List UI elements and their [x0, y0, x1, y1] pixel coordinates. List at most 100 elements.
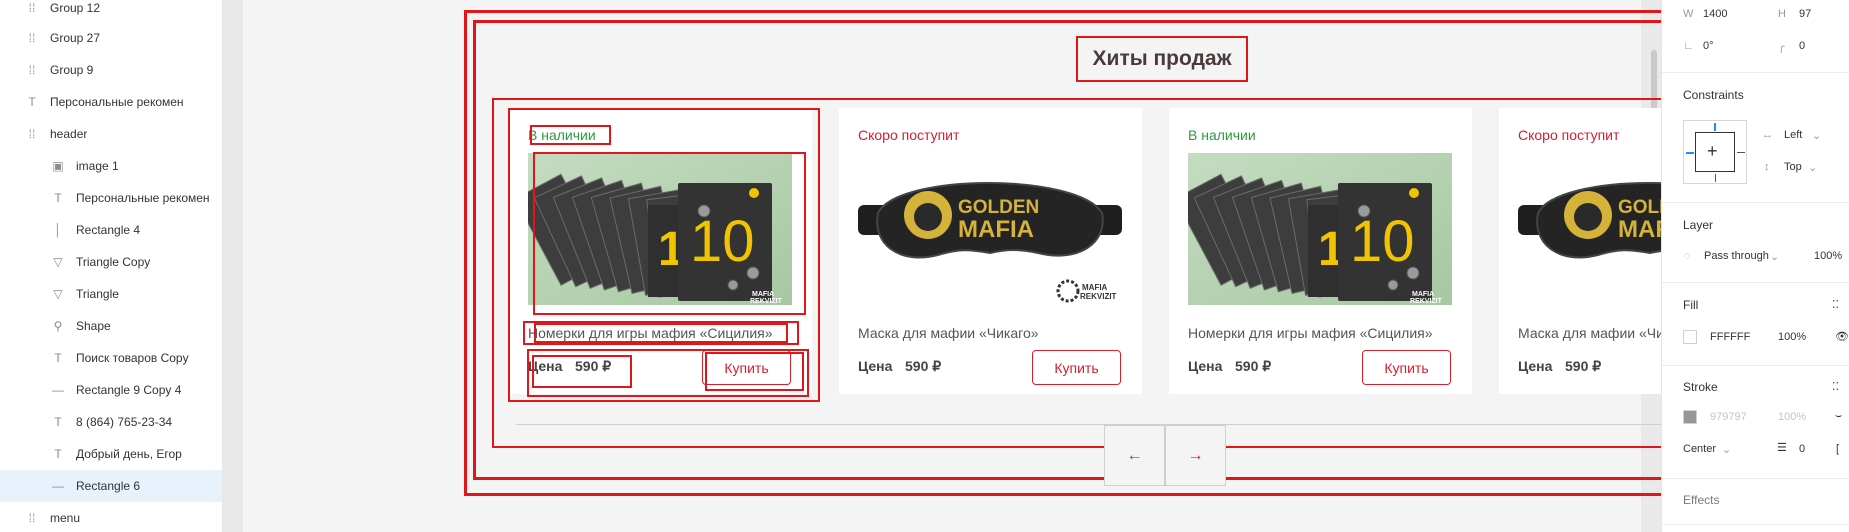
layer-label: Group 12 — [50, 1, 101, 15]
text-icon: T — [54, 351, 62, 365]
corner-radius-icon: ╭ — [1778, 41, 1785, 53]
layer-row[interactable]: T Персональные рекомен — [0, 182, 222, 214]
layer-label: Rectangle 9 Copy 4 — [76, 383, 182, 397]
layer-label: Group 27 — [50, 31, 101, 45]
layer-row[interactable]: T Поиск товаров Copy — [0, 342, 222, 374]
fill-hex-field[interactable]: FFFFFF — [1710, 331, 1750, 343]
vertical-constraint-icon: ↕ — [1764, 161, 1770, 173]
fill-swatch[interactable] — [1683, 330, 1697, 344]
constraint-right-marker — [1737, 152, 1745, 153]
layer-label: 8 (864) 765-23-34 — [76, 415, 173, 429]
layer-row[interactable]: ▣ image 1 — [0, 150, 222, 182]
stroke-width-field[interactable]: 0 — [1799, 443, 1805, 455]
layer-row[interactable]: ⁞⁞ header — [0, 118, 222, 150]
layer-row[interactable]: ⚲ Shape — [0, 310, 222, 342]
frame-icon: ⁞⁞ — [28, 31, 36, 45]
text-icon: T — [54, 415, 62, 429]
svg-text:GOLDEN: GOLDEN — [958, 197, 1039, 218]
stroke-hex-field[interactable]: 979797 — [1710, 411, 1747, 423]
separator — [1662, 202, 1849, 203]
stroke-settings-icon[interactable]: [ — [1836, 443, 1839, 455]
layer-row[interactable]: T Добрый день, Егор — [0, 438, 222, 470]
hidden-eye-icon[interactable]: ⌣ — [1835, 410, 1842, 423]
product-card[interactable]: В наличии 1 10 MAFIA REKVIZIT Номерки для игр… — [1169, 108, 1472, 394]
add-stroke-icon[interactable]: ⁚⁚ — [1832, 380, 1839, 393]
layer-label: image 1 — [76, 159, 119, 173]
availability-status: Скоро поступит — [1518, 127, 1620, 143]
layer-row[interactable]: ▽ Triangle — [0, 278, 222, 310]
constraint-bottom-marker — [1715, 174, 1716, 182]
layer-row[interactable]: — Rectangle 6 — [0, 470, 222, 502]
separator — [1662, 365, 1849, 366]
corner-radius-field[interactable]: 0 — [1799, 40, 1805, 52]
separator — [1662, 282, 1849, 283]
product-image[interactable]: 1 10 MAFIA REKVIZIT — [1174, 153, 1452, 305]
availability-status: В наличии — [1188, 127, 1256, 143]
next-button[interactable]: → — [1165, 425, 1226, 486]
canvas[interactable]: Хиты продаж В наличии 1 10 MAFIA REKVIZIT Ном… — [223, 0, 1849, 532]
product-name[interactable]: Маска для мафии «Чикаго» — [858, 325, 1039, 341]
horizontal-constraint-icon: ↔ — [1762, 129, 1773, 141]
layer-row[interactable]: ⁞⁞ Group 9 — [0, 54, 222, 86]
fill-opacity-field[interactable]: 100% — [1778, 331, 1806, 343]
constraint-top-marker — [1714, 123, 1716, 131]
chevron-down-icon: ⌄ — [1722, 444, 1732, 456]
layer-row[interactable]: ⁞⁞ Group 12 — [0, 0, 222, 24]
layer-row[interactable]: ▽ Triangle Copy — [0, 246, 222, 278]
layer-label: Персональные рекомен — [50, 95, 184, 109]
vertical-constraint-dropdown[interactable]: Top — [1784, 161, 1802, 173]
product-card[interactable]: Скоро поступит GOLDENMAFIAMAFIAREKVIZIT Ма… — [839, 108, 1142, 394]
product-image[interactable]: GOLDENMAFIAMAFIAREKVIZIT — [858, 153, 1122, 305]
layer-label: Поиск товаров Copy — [76, 351, 189, 365]
layer-row[interactable]: — Rectangle 9 Copy 4 — [0, 374, 222, 406]
prev-button[interactable]: ← — [1104, 425, 1165, 486]
stroke-align-dropdown[interactable]: Center — [1683, 443, 1716, 455]
add-fill-icon[interactable]: ⁚⁚ — [1832, 298, 1839, 311]
name-inner-highlight — [534, 323, 788, 343]
fill-heading: Fill — [1683, 298, 1699, 312]
stroke-weight-icon: ☰ — [1777, 442, 1787, 454]
stroke-opacity-field[interactable]: 100% — [1778, 411, 1806, 423]
effects-heading: Effects — [1683, 493, 1720, 507]
line-icon: — — [52, 383, 64, 397]
availability-status: Скоро поступит — [858, 127, 960, 143]
arrow-right-icon: → — [1187, 446, 1204, 464]
buy-button[interactable]: Купить — [1362, 350, 1451, 385]
visibility-eye-icon[interactable]: 👁 — [1835, 330, 1849, 343]
arrow-left-icon: ← — [1126, 446, 1143, 464]
layer-heading: Layer — [1683, 218, 1714, 232]
constraints-widget[interactable]: + — [1683, 120, 1747, 184]
layer-label: menu — [50, 511, 81, 525]
width-field[interactable]: 1400 — [1703, 8, 1727, 20]
blend-mode-dropdown[interactable]: Pass through — [1704, 250, 1769, 262]
price-label: Цена — [1188, 358, 1223, 374]
blend-drop-icon: ◌ — [1684, 250, 1691, 262]
layer-row[interactable]: ⁞⁞ menu — [0, 502, 222, 532]
properties-panel: W 1400 H 97 ∟ 0° ╭ 0 Constraints + ↔ Lef… — [1661, 0, 1849, 532]
layer-opacity-field[interactable]: 100% — [1814, 250, 1842, 262]
section-title: Хиты продаж — [1092, 47, 1232, 70]
layer-row[interactable]: ⁞⁞ Group 27 — [0, 22, 222, 54]
stroke-heading: Stroke — [1683, 380, 1718, 394]
layer-label: Rectangle 6 — [76, 479, 141, 493]
text-icon: T — [54, 191, 62, 205]
photo-highlight — [533, 152, 806, 315]
height-field[interactable]: 97 — [1799, 8, 1811, 20]
svg-text:MAFIA: MAFIA — [958, 216, 1034, 243]
triangle-icon: ▽ — [53, 287, 63, 301]
layer-row[interactable]: T Персональные рекомен — [0, 86, 222, 118]
buy-button[interactable]: Купить — [1032, 350, 1121, 385]
availability-highlight — [530, 125, 611, 145]
layer-row[interactable]: │ Rectangle 4 — [0, 214, 222, 246]
stroke-swatch[interactable] — [1683, 410, 1697, 424]
layer-label: Персональные рекомен — [76, 191, 210, 205]
constraint-left-marker — [1686, 152, 1694, 154]
layer-row[interactable]: T 8 (864) 765-23-34 — [0, 406, 222, 438]
rotation-field[interactable]: 0° — [1703, 40, 1714, 52]
layer-label: Добрый день, Егор — [76, 447, 182, 461]
chevron-down-icon: ⌄ — [1770, 251, 1780, 263]
plus-icon: + — [1707, 141, 1718, 161]
horizontal-constraint-dropdown[interactable]: Left — [1784, 129, 1802, 141]
width-label: W — [1683, 8, 1694, 20]
product-name[interactable]: Номерки для игры мафия «Сицилия» — [1188, 325, 1433, 341]
